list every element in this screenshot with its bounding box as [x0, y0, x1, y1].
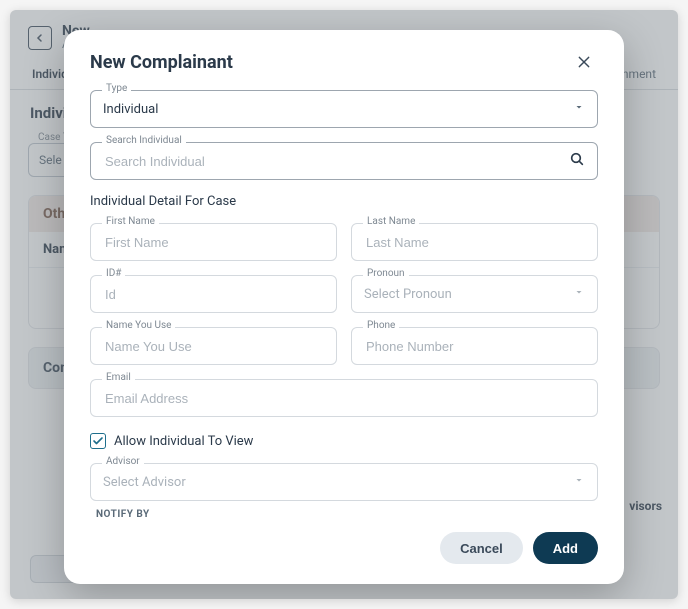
first-name-input[interactable] [90, 223, 337, 261]
close-icon [576, 54, 592, 70]
last-name-label: Last Name [363, 216, 419, 227]
advisor-label: Advisor [102, 456, 144, 467]
search-icon [569, 151, 585, 171]
id-input[interactable] [90, 275, 337, 313]
search-label: Search Individual [102, 135, 186, 146]
email-input[interactable] [90, 379, 598, 417]
allow-view-label: Allow Individual To View [114, 434, 253, 449]
new-complainant-modal: New Complainant Type Individual [64, 30, 624, 584]
search-input-field[interactable] [103, 153, 569, 170]
id-field[interactable] [103, 286, 324, 303]
notify-by-label: NOTIFY BY [96, 509, 598, 520]
id-label: ID# [102, 268, 125, 279]
last-name-field[interactable] [364, 234, 585, 251]
pronoun-placeholder: Select Pronoun [364, 287, 573, 302]
search-individual-input[interactable] [90, 142, 598, 180]
check-icon [92, 435, 104, 447]
caret-down-icon [573, 286, 585, 302]
last-name-input[interactable] [351, 223, 598, 261]
type-label: Type [102, 83, 131, 94]
email-field[interactable] [103, 390, 585, 407]
first-name-field[interactable] [103, 234, 324, 251]
close-button[interactable] [570, 48, 598, 76]
phone-label: Phone [363, 320, 399, 331]
nameuse-label: Name You Use [102, 320, 175, 331]
caret-down-icon [573, 474, 585, 490]
phone-input[interactable] [351, 327, 598, 365]
advisor-select[interactable]: Select Advisor [90, 463, 598, 501]
nameuse-field[interactable] [103, 338, 324, 355]
modal-overlay: New Complainant Type Individual [10, 10, 678, 599]
advisor-placeholder: Select Advisor [103, 475, 573, 490]
type-value: Individual [103, 102, 573, 117]
add-button[interactable]: Add [533, 532, 598, 564]
first-name-label: First Name [102, 216, 159, 227]
caret-down-icon [573, 101, 585, 117]
cancel-button[interactable]: Cancel [440, 532, 523, 564]
pronoun-label: Pronoun [363, 268, 409, 279]
type-select[interactable]: Individual [90, 90, 598, 128]
modal-title: New Complainant [90, 52, 233, 73]
pronoun-select[interactable]: Select Pronoun [351, 275, 598, 313]
email-label: Email [102, 372, 135, 383]
allow-view-checkbox[interactable] [90, 433, 106, 449]
detail-heading: Individual Detail For Case [90, 194, 598, 209]
phone-field[interactable] [364, 338, 585, 355]
nameuse-input[interactable] [90, 327, 337, 365]
